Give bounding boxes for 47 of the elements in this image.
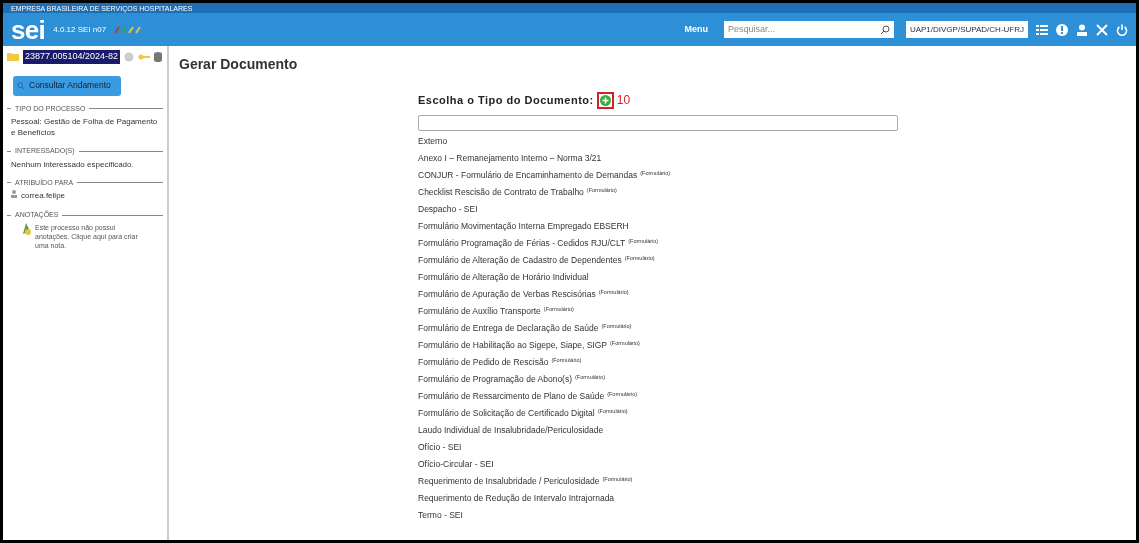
database-icon[interactable] — [154, 51, 163, 62]
consultar-andamento-button[interactable]: Consultar Andamento — [13, 75, 121, 96]
document-type-link[interactable]: Formulário de Pedido de Rescisão $^{(Formulário)}$ — [418, 354, 582, 371]
user-icon[interactable] — [1076, 23, 1088, 36]
search-icon[interactable] — [879, 24, 890, 35]
document-type-link[interactable]: Formulário Programação de Férias - Cedidos RJU/CLT $^{(Formulário)}$ — [418, 235, 659, 252]
info-icon[interactable] — [1056, 23, 1068, 36]
search-icon — [17, 81, 25, 90]
document-type-prompt: Escolha o Tipo do Documento: — [418, 92, 594, 108]
document-type-link[interactable]: Formulário de Habilitação ao Sigepe, Siape, SIGP $^{(Formulário)}$ — [418, 337, 640, 354]
document-type-link[interactable]: Despacho - SEI — [418, 201, 478, 218]
document-type-link[interactable]: Laudo Individual de Insalubridade/Periculosidade — [418, 422, 604, 439]
document-type-link[interactable]: Formulário de Ressarcimento de Plano de Saúde $^{(Formulário)}$ — [418, 388, 638, 405]
document-type-link[interactable]: Formulário de Apuração de Verbas Rescisórias $^{(Formulário)}$ — [418, 286, 629, 303]
document-type-link[interactable]: Externo — [418, 133, 448, 150]
search-input[interactable]: Pesquisar... — [727, 22, 880, 37]
note-icon[interactable] — [21, 222, 31, 235]
document-type-link[interactable]: Formulário Movimentação Interna Empregado EBSERH — [418, 218, 629, 235]
document-type-link[interactable]: Formulário de Programação de Abono(s) $^{(Formulário)}$ — [418, 371, 605, 388]
document-type-link[interactable]: Requerimento de Insalubridade / Periculosidade $^{(Formulário)}$ — [418, 473, 633, 490]
page-title: Gerar Documento — [179, 55, 299, 74]
assigned-user: correa.felipe — [21, 190, 66, 202]
document-type-link[interactable]: CONJUR - Formulário de Encaminhamento de Demandas $^{(Formulário)}$ — [418, 167, 671, 184]
power-icon[interactable] — [1116, 23, 1128, 36]
grid-icon[interactable] — [1036, 23, 1048, 36]
pencils-icon — [114, 25, 143, 34]
unit-selector[interactable]: UAP1/DIVGP/SUPAD/CH-UFRJ — [905, 21, 1028, 38]
document-type-link[interactable]: Requerimento de Redução de Intervalo Intrajornada — [418, 490, 615, 507]
folder-icon — [7, 52, 19, 62]
document-type-link[interactable]: Formulário de Auxílio Transporte $^{(Formulário)}$ — [418, 303, 574, 320]
document-type-link[interactable]: Ofício - SEI — [418, 439, 462, 456]
user-icon — [11, 190, 17, 198]
search-field[interactable]: Pesquisar... — [723, 21, 894, 38]
section-text: Pessoal: Gestão de Folha de Pagamento e Benefícios — [11, 116, 159, 138]
filter-field[interactable] — [418, 115, 898, 131]
document-type-link[interactable]: Formulário de Alteração de Horário Individual — [418, 269, 589, 286]
annotation-number: 10 — [616, 92, 631, 109]
process-number[interactable]: 23877.005104/2024-82 — [23, 50, 121, 64]
document-type-link[interactable]: Formulário de Entrega de Declaração de Saúde $^{(Formulário)}$ — [418, 320, 632, 337]
document-type-link[interactable]: Ofício-Circular - SEI — [418, 456, 494, 473]
document-type-link[interactable]: Anexo I – Remanejamento Interno – Norma 3/21 — [418, 150, 602, 167]
document-type-link[interactable]: Termo - SEI — [418, 507, 463, 524]
section-text: Nenhum interessado especificado. — [11, 158, 134, 170]
document-type-link[interactable]: Checklist Rescisão de Contrato de Trabalho $^{(Formulário)}$ — [418, 184, 617, 201]
document-type-link[interactable]: Formulário de Alteração de Cadastro de Dependentes $^{(Formulário)}$ — [418, 252, 655, 269]
document-type-link[interactable]: Formulário de Solicitação de Certificado Digital $^{(Formulário)}$ — [418, 405, 628, 422]
version-text: 4.0.12 SEI n07 — [53, 23, 107, 36]
